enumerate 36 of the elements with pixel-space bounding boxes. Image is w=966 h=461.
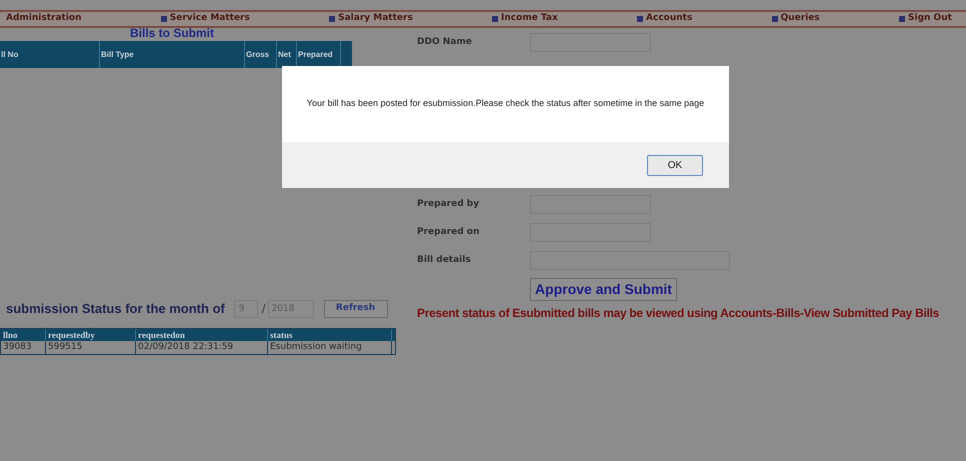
column-header: llno [1, 329, 46, 341]
square-bullet-icon [772, 16, 778, 22]
column-header: requestedby [46, 329, 136, 341]
section-title: submission Status for the month of [6, 300, 225, 318]
column-header: Gross [245, 41, 277, 68]
column-header: Bill Type [100, 41, 245, 68]
nav-link[interactable]: Income Tax [492, 12, 558, 26]
square-bullet-icon [492, 16, 498, 22]
nav-link[interactable]: Salary Matters [329, 12, 413, 26]
approve-submit-button[interactable]: Approve and Submit [530, 278, 677, 301]
dialog-message: Your bill has been posted for esubmission.Please check the status after sometime in the same page [306, 97, 704, 110]
field-label: Prepared by [417, 198, 480, 211]
field-label: Bill details [417, 254, 472, 267]
table-cell: 599515 [46, 341, 136, 354]
table-cell: 39083 [1, 341, 46, 354]
separator: / [262, 300, 266, 317]
square-bullet-icon [637, 16, 644, 22]
status-notice: Present status of Esubmitted bills may be viewed using Accounts-Bills-View Submitted Pay Bills [417, 305, 940, 322]
square-bullet-icon [899, 16, 905, 22]
nav-link[interactable]: Service Matters [160, 12, 250, 26]
table-cell: 02/09/2018 22:31:59 [136, 341, 268, 354]
nav-link[interactable]: Accounts [637, 12, 692, 26]
section-title: Bills to Submit [130, 28, 215, 38]
column-header: ll No [0, 41, 100, 68]
square-bullet-icon [160, 16, 167, 22]
nav-link[interactable]: Administration [6, 12, 82, 26]
field-label: DDO Name [417, 36, 473, 49]
nav-link[interactable]: Queries [772, 12, 820, 26]
ok-button[interactable]: OK [647, 154, 703, 176]
column-header: status [268, 329, 392, 341]
refresh-button[interactable]: Refresh [324, 300, 388, 318]
square-bullet-icon [329, 16, 336, 22]
table-cell: Esubmission waiting [268, 341, 392, 354]
field-label: Prepared on [417, 226, 480, 239]
column-header: requestedon [136, 329, 268, 341]
nav-link[interactable]: Sign Out [899, 12, 952, 26]
